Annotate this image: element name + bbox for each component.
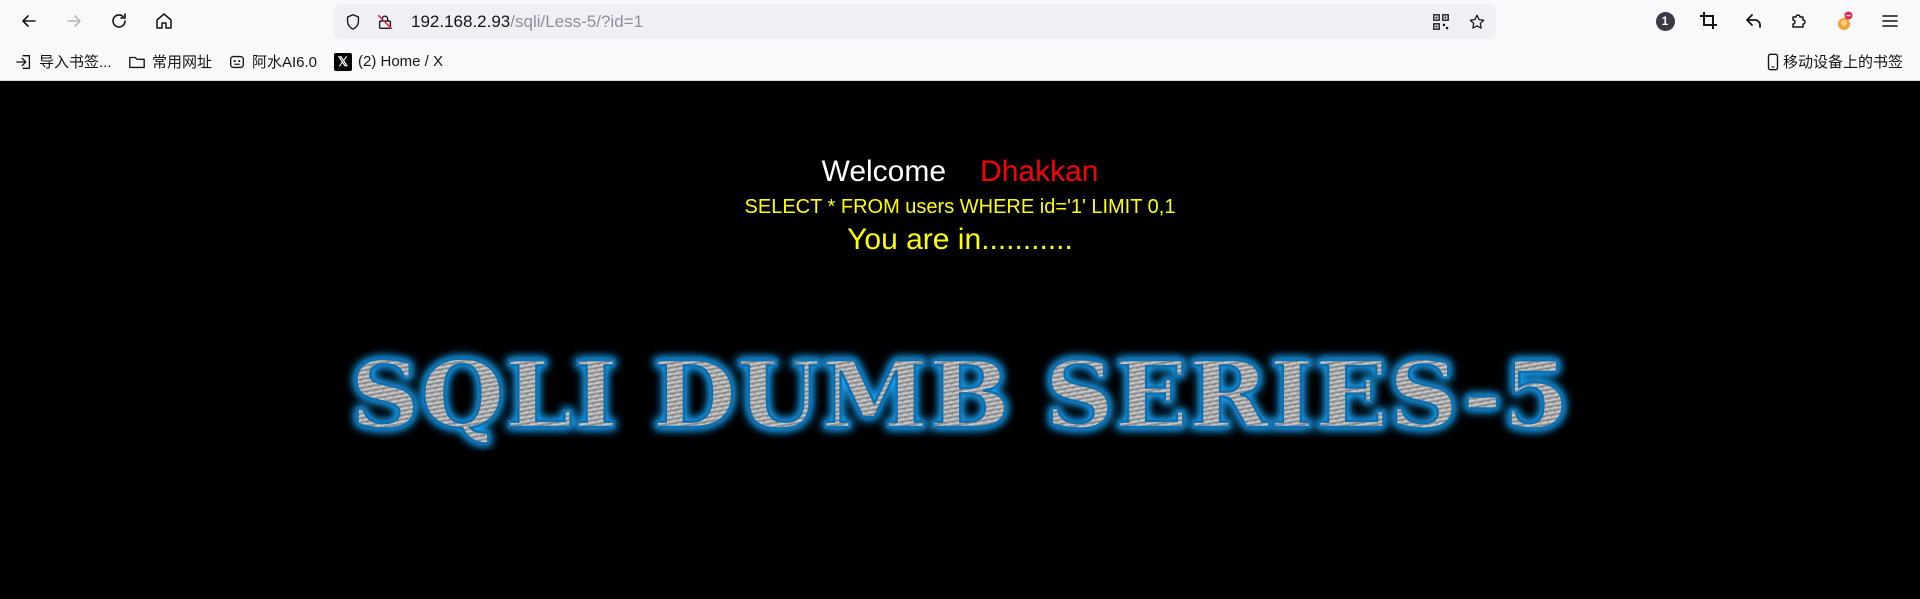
welcome-line: Welcome Dhakkan — [0, 154, 1920, 190]
home-icon — [156, 13, 172, 29]
undo-button[interactable] — [1740, 7, 1768, 35]
tracking-shield-icon[interactable] — [343, 12, 363, 32]
hamburger-icon — [1882, 15, 1898, 27]
banner-title-text: SQLI DUMB SERIES-5 — [350, 341, 1570, 449]
undo-icon — [1746, 14, 1761, 28]
mobile-bookmarks[interactable]: 移动设备上的书签 — [1766, 42, 1903, 81]
bookmark-label: 导入书签... — [39, 54, 112, 71]
banner-logo: SQLI DUMB SERIES-5 — [349, 340, 1572, 451]
bookmark-x-home[interactable]: 𝕏 (2) Home / X — [334, 42, 443, 81]
arrow-right-icon — [67, 15, 81, 27]
profile-button[interactable] — [1830, 7, 1858, 35]
qr-code-icon[interactable] — [1431, 12, 1451, 32]
welcome-text: Welcome — [821, 155, 947, 188]
reload-icon — [112, 13, 126, 28]
avatar-icon — [1838, 11, 1853, 30]
url-path: /sqli/Less-5/?id=1 — [510, 12, 644, 31]
back-button[interactable] — [13, 5, 45, 37]
sql-query-text: SELECT * FROM users WHERE id='1' LIMIT 0… — [744, 196, 1176, 218]
x-logo-icon: 𝕏 — [334, 52, 352, 71]
title-banner-image: SQLI DUMB SERIES-5 — [330, 331, 1590, 451]
bookmark-folder-common[interactable]: 常用网址 — [128, 42, 212, 81]
page-content: Welcome Dhakkan SELECT * FROM users WHERE… — [0, 81, 1920, 599]
import-icon — [15, 53, 33, 71]
mobile-device-icon — [1766, 53, 1780, 71]
puzzle-icon — [1792, 14, 1806, 28]
url-host: 192.168.2.93 — [411, 12, 511, 31]
extensions-button[interactable] — [1785, 7, 1813, 35]
bookmark-label: 常用网址 — [152, 54, 213, 71]
bookmarks-bar: 导入书签... 常用网址 阿水AI6.0 𝕏 (2) Home / X 移动设备… — [0, 42, 1920, 81]
menu-button[interactable] — [1876, 7, 1904, 35]
insecure-lock-icon[interactable] — [375, 12, 395, 32]
user-name: Dhakkan — [980, 155, 1099, 188]
star-icon[interactable] — [1467, 12, 1487, 32]
bookmark-label: 阿水AI6.0 — [252, 54, 318, 71]
bookmark-ashui[interactable]: 阿水AI6.0 — [228, 42, 317, 81]
status-message: You are in........... — [847, 223, 1073, 256]
bot-icon — [228, 53, 246, 71]
extension-count-icon: 1 — [1655, 11, 1675, 31]
browser-toolbar: 192.168.2.93/sqli/Less-5/?id=1 1 — [0, 0, 1920, 42]
address-bar[interactable]: 192.168.2.93/sqli/Less-5/?id=1 — [334, 4, 1496, 39]
extension-badge[interactable]: 1 — [1651, 7, 1679, 35]
bookmark-label: (2) Home / X — [358, 53, 444, 70]
mobile-bookmarks-label: 移动设备上的书签 — [1783, 54, 1904, 71]
reload-button[interactable] — [103, 5, 135, 37]
arrow-left-icon — [22, 15, 36, 27]
folder-icon — [128, 53, 146, 71]
home-button[interactable] — [148, 5, 180, 37]
crop-button[interactable] — [1695, 7, 1723, 35]
crop-icon — [1700, 12, 1717, 29]
bookmark-import[interactable]: 导入书签... — [15, 42, 112, 81]
url-text[interactable]: 192.168.2.93/sqli/Less-5/?id=1 — [411, 4, 643, 39]
forward-button[interactable] — [58, 5, 90, 37]
